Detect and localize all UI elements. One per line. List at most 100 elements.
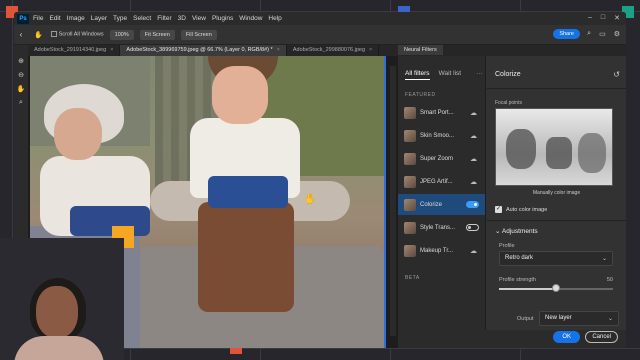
- cloud-download-icon[interactable]: ☁: [470, 247, 477, 255]
- presenter-body: [14, 336, 104, 360]
- menu-help[interactable]: Help: [268, 15, 281, 22]
- close-icon[interactable]: ✕: [614, 14, 620, 22]
- cloud-download-icon[interactable]: ☁: [470, 155, 477, 163]
- share-button[interactable]: Share: [553, 29, 580, 39]
- settings-icon[interactable]: ⚙: [614, 30, 620, 38]
- filter-toggle[interactable]: [466, 224, 479, 231]
- close-icon[interactable]: ×: [277, 47, 280, 53]
- more-options-icon[interactable]: ···: [476, 70, 483, 80]
- cloud-download-icon[interactable]: ☁: [470, 109, 477, 117]
- panel-footer: OK Cancel: [398, 330, 626, 348]
- scroll-all-checkbox[interactable]: Scroll All Windows: [50, 31, 104, 38]
- hand-tool-icon[interactable]: ✋: [17, 85, 26, 93]
- vertical-scrollbar[interactable]: [390, 66, 396, 336]
- menu-3d[interactable]: 3D: [178, 15, 186, 22]
- filter-thumbnail: [404, 221, 416, 234]
- strength-slider-fill: [499, 288, 556, 290]
- filter-jpeg-artifacts[interactable]: JPEG Artif... ☁: [398, 171, 485, 192]
- menu-select[interactable]: Select: [133, 15, 151, 22]
- panel-title[interactable]: Neural Filters: [398, 45, 443, 55]
- focal-points-preview[interactable]: [495, 108, 613, 186]
- filter-colorize[interactable]: Colorize: [398, 194, 485, 215]
- profile-dropdown[interactable]: Retro dark ⌄: [499, 251, 613, 266]
- filter-thumbnail: [404, 152, 416, 165]
- tab-wait-list[interactable]: Wait list: [439, 70, 462, 80]
- filter-label: Style Trans...: [420, 224, 456, 231]
- scroll-all-label: Scroll All Windows: [58, 31, 104, 38]
- photo-shorts: [208, 176, 288, 208]
- minimize-icon[interactable]: –: [588, 14, 592, 22]
- maximize-icon[interactable]: □: [601, 14, 605, 22]
- menu-image[interactable]: Image: [67, 15, 85, 22]
- filter-label: Smart Port...: [420, 109, 454, 116]
- zoom-in-icon[interactable]: ⊕: [18, 57, 24, 65]
- strength-label: Profile strength: [499, 277, 536, 283]
- filter-tabs: All filters Wait list ···: [398, 56, 485, 80]
- menu-layer[interactable]: Layer: [91, 15, 107, 22]
- menu-file[interactable]: File: [33, 15, 43, 22]
- cloud-download-icon[interactable]: ☁: [470, 132, 477, 140]
- close-icon[interactable]: ×: [110, 47, 113, 53]
- filter-title: Colorize: [495, 71, 521, 78]
- search-icon[interactable]: ⌕: [587, 30, 591, 38]
- filter-super-zoom[interactable]: Super Zoom ☁: [398, 148, 485, 169]
- output-label: Output: [517, 316, 534, 322]
- profile-value: Retro dark: [505, 255, 534, 261]
- options-icons: ⌕ ▭ ⚙: [587, 30, 620, 38]
- filter-label: Makeup Tr...: [420, 247, 454, 254]
- photoshop-logo-icon: Ps: [17, 13, 29, 24]
- magnify-icon[interactable]: ⌕: [19, 99, 23, 107]
- filter-makeup-transfer[interactable]: Makeup Tr... ☁: [398, 240, 485, 261]
- auto-color-checkbox[interactable]: ✓ Auto color image: [495, 206, 547, 213]
- chevron-down-icon: ⌄: [601, 256, 607, 262]
- workspace-icon[interactable]: ▭: [599, 30, 606, 38]
- output-value: New layer: [545, 315, 572, 321]
- auto-color-label: Auto color image: [506, 206, 548, 213]
- zoom-100-button[interactable]: 100%: [109, 29, 134, 40]
- reset-icon[interactable]: ↺: [613, 70, 620, 79]
- checkbox-icon: [50, 31, 57, 38]
- tab-document-1[interactable]: AdobeStock_291914340.jpeg ×: [28, 45, 121, 56]
- menu-window[interactable]: Window: [239, 15, 262, 22]
- adjustments-header[interactable]: ⌄ Adjustments: [495, 227, 538, 235]
- close-icon[interactable]: ×: [369, 47, 372, 53]
- filter-thumbnail: [404, 198, 416, 211]
- filter-toggle[interactable]: [466, 201, 479, 208]
- preview-figure: [546, 137, 572, 169]
- menu-bar: Ps File Edit Image Layer Type Select Fil…: [14, 12, 626, 25]
- filter-list: All filters Wait list ··· FEATURED Smart…: [398, 56, 486, 348]
- back-arrow-icon[interactable]: ‹: [14, 30, 28, 39]
- preview-figure: [578, 133, 606, 173]
- divider: [487, 220, 626, 221]
- cancel-button[interactable]: Cancel: [585, 331, 618, 343]
- preview-caption: Manually color image: [532, 190, 581, 196]
- filter-smart-portrait[interactable]: Smart Port... ☁: [398, 102, 485, 123]
- photo-child-right-face: [212, 66, 268, 124]
- hand-cursor-icon: ✋: [304, 194, 317, 205]
- photo-child-left-face: [54, 108, 102, 160]
- tab-document-3[interactable]: AdobeStock_299880076.jpeg ×: [287, 45, 380, 56]
- fill-screen-button[interactable]: Fill Screen: [180, 29, 217, 40]
- menu-edit[interactable]: Edit: [49, 15, 60, 22]
- filter-skin-smoothing[interactable]: Skin Smoo... ☁: [398, 125, 485, 146]
- document-tabs: AdobeStock_291914340.jpeg × AdobeStock_38…: [28, 45, 398, 56]
- filter-style-transfer[interactable]: Style Trans...: [398, 217, 485, 238]
- zoom-out-icon[interactable]: ⊖: [18, 71, 24, 79]
- window-controls: – □ ✕: [588, 14, 620, 22]
- preview-figure: [506, 129, 536, 169]
- tab-all-filters[interactable]: All filters: [405, 70, 430, 80]
- fit-screen-button[interactable]: Fit Screen: [139, 29, 175, 40]
- output-dropdown[interactable]: New layer ⌄: [539, 311, 619, 326]
- cloud-download-icon[interactable]: ☁: [470, 178, 477, 186]
- section-featured: FEATURED: [405, 92, 436, 98]
- menu-plugins[interactable]: Plugins: [212, 15, 233, 22]
- canvas-edge: [384, 56, 386, 348]
- hand-tool-icon[interactable]: ✋: [34, 31, 43, 39]
- menu-filter[interactable]: Filter: [157, 15, 171, 22]
- menu-type[interactable]: Type: [113, 15, 127, 22]
- strength-slider-handle[interactable]: [552, 284, 560, 292]
- tab-document-2[interactable]: AdobeStock_389969759.jpeg @ 66.7% (Layer…: [120, 45, 287, 56]
- menu-view[interactable]: View: [192, 15, 206, 22]
- neural-filters-panel: Neural Filters All filters Wait list ···…: [398, 45, 626, 348]
- ok-button[interactable]: OK: [553, 331, 580, 343]
